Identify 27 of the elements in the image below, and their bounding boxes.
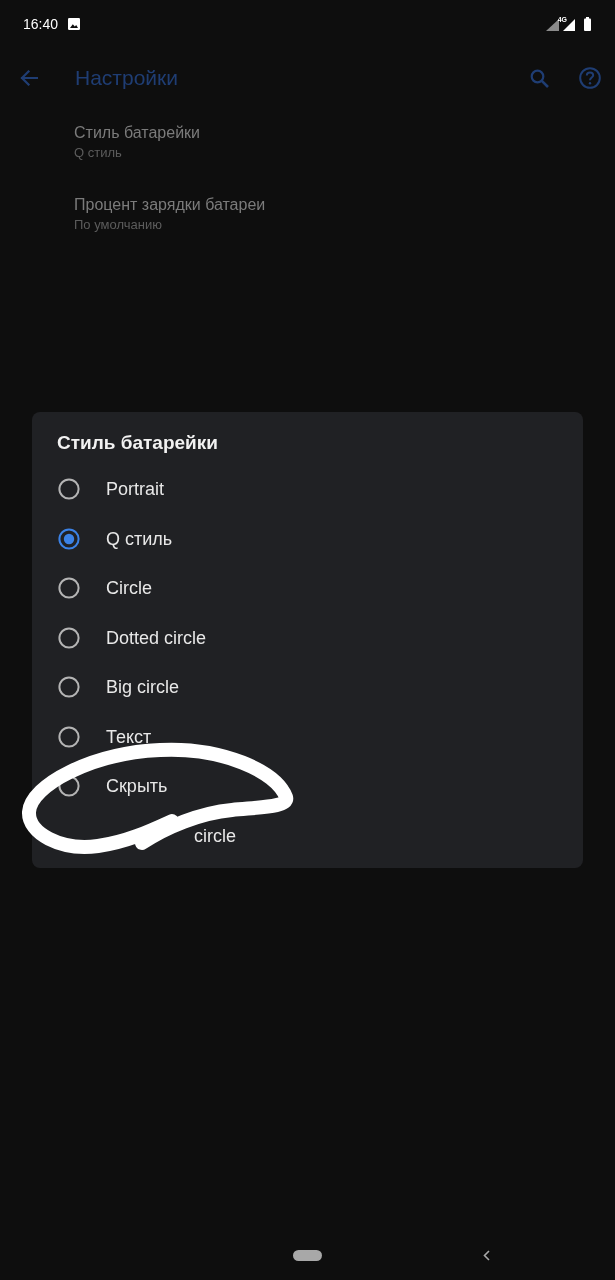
radio-button[interactable] [58, 626, 80, 649]
option-label[interactable]: Q стиль [106, 527, 173, 550]
option-label[interactable]: Скрыть [106, 775, 168, 798]
option-label[interactable]: circle [194, 825, 236, 848]
home-handle[interactable] [293, 1249, 322, 1261]
back-chevron-icon[interactable] [483, 1249, 490, 1261]
option-label[interactable]: Portrait [106, 477, 165, 500]
image-icon [68, 18, 81, 30]
radio-button[interactable] [58, 775, 80, 798]
dialog-title: Стиль батарейки [57, 431, 218, 456]
option-label[interactable]: Dotted circle [106, 626, 207, 649]
radio-button[interactable] [58, 477, 80, 500]
option-label[interactable]: Circle [106, 577, 152, 600]
radio-button[interactable] [58, 676, 80, 699]
setting-summary: По умолчанию [74, 216, 162, 234]
setting-title[interactable]: Процент зарядки батареи [74, 194, 266, 216]
app-bar-title: Настройки [75, 65, 178, 91]
radio-button[interactable] [58, 527, 80, 550]
signal-icon [545, 19, 559, 31]
status-time: 16:40 [23, 16, 59, 32]
radio-button[interactable] [58, 577, 80, 600]
radio-button[interactable] [58, 725, 80, 748]
option-label[interactable]: Big circle [106, 676, 180, 699]
battery-icon [584, 17, 591, 31]
setting-summary: Q стиль [74, 144, 122, 162]
setting-title[interactable]: Стиль батарейки [74, 122, 200, 144]
option-label[interactable]: Текст [106, 725, 152, 748]
